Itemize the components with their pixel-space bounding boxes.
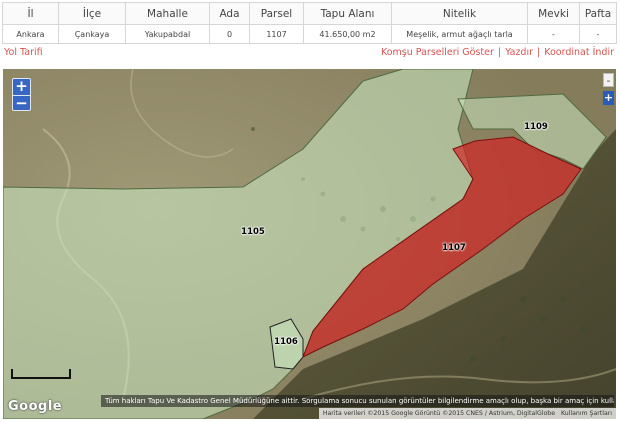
header-mahalle: Mahalle [125,2,210,25]
parcel-label-1106: 1106 [274,337,298,347]
map-attribution: Harita verileri ©2015 Google Görüntü ©20… [318,408,616,419]
satellite-map[interactable]: 1105 1106 1107 1109 + − - + Google Tüm h… [3,69,616,419]
side-minus-icon[interactable]: - [603,73,614,87]
attribution-text: Harita verileri ©2015 Google Görüntü ©20… [322,410,555,417]
table-row: Ankara Çankaya Yakupabdal 0 1107 41.650,… [2,24,617,44]
zoom-control: + − [12,78,31,111]
header-ilce: İlçe [58,2,126,25]
cell-tapu-alani: 41.650,00 m2 [303,24,392,44]
parcel-label-1105: 1105 [241,227,265,237]
header-tapu-alani: Tapu Alanı [303,2,392,25]
header-mevki: Mevki [527,2,580,25]
header-parsel: Parsel [249,2,304,25]
parcel-label-1109: 1109 [524,122,548,132]
cell-pafta: - [579,24,617,44]
route-link[interactable]: Yol Tarifi [4,47,43,58]
plus-icon[interactable]: + [13,79,30,95]
table-header-row: İl İlçe Mahalle Ada Parsel Tapu Alanı Ni… [2,2,617,25]
cell-mahalle: Yakupabdal [125,24,210,44]
parcel-label-1107: 1107 [442,243,466,253]
google-logo: Google [8,399,63,414]
minus-icon[interactable]: − [13,95,30,111]
cell-nitelik: Meşelik, armut ağaçlı tarla [391,24,528,44]
cell-parsel: 1107 [249,24,304,44]
scale-bar-icon [11,369,71,379]
neighbors-link[interactable]: Komşu Parselleri Göster [381,47,494,58]
cell-mevki: - [527,24,580,44]
cell-ilce: Çankaya [58,24,126,44]
coords-link[interactable]: Koordinat İndir [544,47,614,58]
parcel-info-table: İl İlçe Mahalle Ada Parsel Tapu Alanı Ni… [2,2,617,44]
header-nitelik: Nitelik [391,2,528,25]
side-plus-icon[interactable]: + [603,91,614,105]
header-pafta: Pafta [579,2,617,25]
link-separator: | [537,47,541,58]
terms-link[interactable]: Kullanım Şartları [561,410,612,417]
cell-il: Ankara [2,24,59,44]
map-disclaimer: Tüm hakları Tapu Ve Kadastro Genel Müdür… [101,395,614,407]
right-links: Komşu Parselleri Göster | Yazdır | Koordinat… [381,47,614,58]
link-separator: | [497,47,502,58]
cell-ada: 0 [209,24,250,44]
print-link[interactable]: Yazdır [505,47,533,58]
header-ada: Ada [209,2,250,25]
header-il: İl [2,2,59,25]
action-links: Yol Tarifi Komşu Parselleri Göster | Yazdı… [0,45,620,61]
